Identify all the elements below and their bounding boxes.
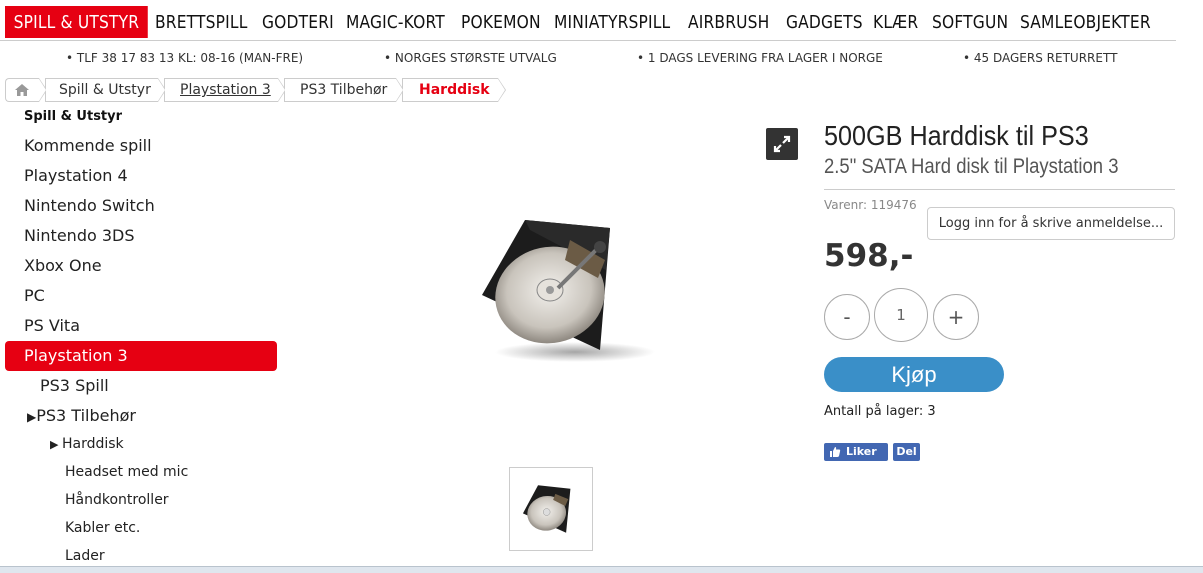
facebook-like-button[interactable]: Liker 0 <box>824 443 888 476</box>
nav-item-brettspill[interactable]: BRETTSPILL <box>155 6 248 38</box>
sidebar-item-ps-vita[interactable]: PS Vita <box>5 311 277 341</box>
thumbs-up-icon <box>830 447 841 457</box>
caret-right-icon: ▶ <box>27 410 37 424</box>
sidebar-subsub-kabler[interactable]: Kabler etc. <box>65 520 140 536</box>
sidebar-subsub-handkontroller[interactable]: Håndkontroller <box>65 492 169 508</box>
sidebar-subsub-harddisk[interactable]: ▶ Harddisk <box>50 436 124 452</box>
quantity-decrease-button[interactable]: - <box>824 294 870 340</box>
product-sku: Varenr: 119476 <box>824 198 917 212</box>
breadcrumb-ps3-tilbehor[interactable]: PS3 Tilbehør <box>284 78 404 102</box>
nav-item-samleobjekter[interactable]: SAMLEOBJEKTER <box>1020 6 1151 38</box>
login-review-button[interactable]: Logg inn for å skrive anmeldelse... <box>927 207 1175 240</box>
sidebar-subitem-ps3-spill[interactable]: PS3 Spill <box>40 376 109 395</box>
expand-icon <box>773 135 791 153</box>
breadcrumb-spill-utstyr[interactable]: Spill & Utstyr <box>45 78 166 102</box>
info-bar: • TLF 38 17 83 13 KL: 08-16 (MAN-FRE) • … <box>0 40 1203 75</box>
sidebar-item-playstation-4[interactable]: Playstation 4 <box>5 161 277 191</box>
product-subtitle: 2.5" SATA Hard disk til Playstation 3 <box>824 155 1119 178</box>
product-price: 598,- <box>824 238 914 274</box>
nav-item-miniatyrspill[interactable]: MINIATYRSPILL <box>554 6 670 38</box>
nav-item-magic-kort[interactable]: MAGIC-KORT <box>346 6 445 38</box>
sidebar-subsub-lader[interactable]: Lader <box>65 548 105 564</box>
product-image[interactable] <box>470 200 660 370</box>
info-selection: • NORGES STØRSTE UTVALG <box>384 51 557 65</box>
breadcrumb-playstation-3[interactable]: Playstation 3 <box>164 78 286 102</box>
sidebar-item-nintendo-3ds[interactable]: Nintendo 3DS <box>5 221 277 251</box>
sidebar-item-kommende-spill[interactable]: Kommende spill <box>5 131 277 161</box>
sidebar-item-playstation-3[interactable]: Playstation 3 <box>5 341 277 371</box>
sidebar-subsub-headset[interactable]: Headset med mic <box>65 464 188 480</box>
home-icon <box>15 84 29 96</box>
breadcrumb-home[interactable] <box>5 78 47 102</box>
nav-item-gadgets[interactable]: GADGETS <box>786 6 863 38</box>
sidebar-subitem-ps3-tilbehor[interactable]: ▶PS3 Tilbehør <box>27 406 136 425</box>
nav-item-airbrush[interactable]: AIRBRUSH <box>688 6 769 38</box>
title-divider <box>824 189 1175 190</box>
sidebar-item-nintendo-switch[interactable]: Nintendo Switch <box>5 191 277 221</box>
nav-item-godteri[interactable]: GODTERI <box>262 6 334 38</box>
top-navigation: SPILL & UTSTYR BRETTSPILL GODTERI MAGIC-… <box>0 0 1176 41</box>
product-title: 500GB Harddisk til PS3 <box>824 120 1089 151</box>
product-thumbnail[interactable] <box>509 467 593 551</box>
quantity-increase-button[interactable]: + <box>933 294 979 340</box>
caret-right-icon: ▶ <box>50 438 62 451</box>
expand-image-button[interactable] <box>766 128 798 160</box>
thumbnail-image <box>522 485 571 533</box>
sidebar-heading: Spill & Utstyr <box>24 109 123 124</box>
nav-item-softgun[interactable]: SOFTGUN <box>932 6 1008 38</box>
nav-item-spill-utstyr[interactable]: SPILL & UTSTYR <box>5 6 148 38</box>
stock-count: Antall på lager: 3 <box>824 404 936 419</box>
info-returns: • 45 DAGERS RETURRETT <box>963 51 1118 65</box>
quantity-input[interactable]: 1 <box>874 288 928 342</box>
nav-item-pokemon[interactable]: POKEMON <box>461 6 541 38</box>
breadcrumb-harddisk: Harddisk <box>402 78 506 102</box>
facebook-share-button[interactable]: Del <box>893 443 920 461</box>
sidebar-item-xbox-one[interactable]: Xbox One <box>5 251 277 281</box>
buy-button[interactable]: Kjøp <box>824 357 1004 392</box>
nav-item-klaer[interactable]: KLÆR <box>873 6 918 38</box>
sidebar-item-pc[interactable]: PC <box>5 281 277 311</box>
info-phone: • TLF 38 17 83 13 KL: 08-16 (MAN-FRE) <box>66 51 304 65</box>
info-delivery: • 1 DAGS LEVERING FRA LAGER I NORGE <box>637 51 883 65</box>
